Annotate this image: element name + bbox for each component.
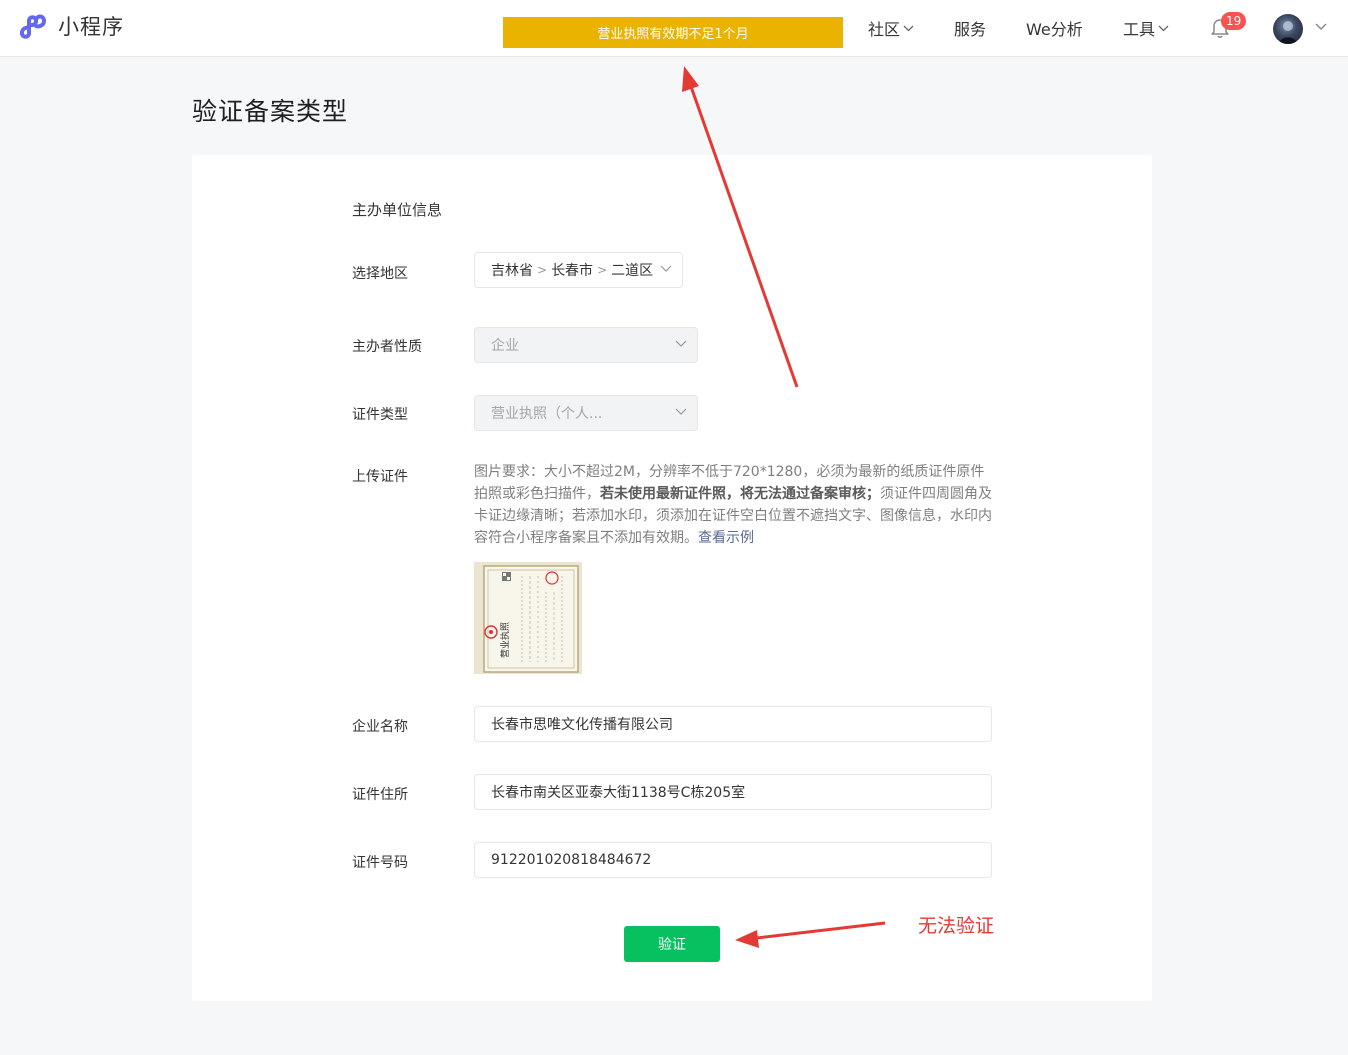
region-select[interactable]: 吉林省 > 长春市 > 二道区 xyxy=(474,252,683,288)
region-province: 吉林省 xyxy=(491,263,533,279)
region-city: 长春市 xyxy=(551,263,594,279)
cert-number-label: 证件号码 xyxy=(352,855,408,871)
form-card: 主办单位信息 选择地区 吉林省 > 长春市 > 二道区 主办者性质 企业 证件类… xyxy=(192,155,1152,1001)
region-label: 选择地区 xyxy=(352,266,408,282)
avatar[interactable] xyxy=(1273,14,1303,44)
license-document-icon: 营业执照 xyxy=(474,562,582,674)
address-label: 证件住所 xyxy=(352,787,408,803)
chevron-down-icon xyxy=(675,340,687,347)
chevron-down-icon xyxy=(903,25,914,32)
license-thumb-title: 营业执照 xyxy=(499,622,511,658)
upload-requirements: 图片要求：大小不超过2M，分辨率不低于720*1280，必须为最新的纸质证件原件… xyxy=(474,461,994,549)
license-thumbnail[interactable]: 营业执照 xyxy=(474,562,582,674)
nav-tools[interactable]: 工具 xyxy=(1123,16,1169,40)
chevron-down-icon xyxy=(675,408,687,415)
app-logo[interactable]: 小程序 xyxy=(16,11,124,41)
license-expiry-banner[interactable]: 营业执照有效期不足1个月 xyxy=(503,17,843,48)
nav-analytics[interactable]: We分析 xyxy=(1026,16,1083,40)
cert-number-field[interactable]: 912201020818484672 xyxy=(474,842,992,878)
chevron-down-icon xyxy=(660,265,672,272)
page-title: 验证备案类型 xyxy=(192,97,349,126)
nav-services-label: 服务 xyxy=(954,20,987,39)
company-name-field[interactable]: 长春市思唯文化传播有限公司 xyxy=(474,706,992,742)
cert-type-label: 证件类型 xyxy=(352,407,408,423)
nav-analytics-label: We分析 xyxy=(1026,20,1083,39)
cert-type-select: 营业执照（个人... xyxy=(474,395,698,431)
notification-badge: 19 xyxy=(1221,12,1247,30)
annotation-text: 无法验证 xyxy=(918,915,995,937)
company-name-label: 企业名称 xyxy=(352,719,408,735)
nature-select: 企业 xyxy=(474,327,698,363)
chevron-down-icon xyxy=(1158,25,1169,32)
address-field[interactable]: 长春市南关区亚泰大街1138号C栋205室 xyxy=(474,774,992,810)
cert-type-value: 营业执照（个人... xyxy=(491,406,603,422)
nav-community[interactable]: 社区 xyxy=(868,16,914,40)
avatar-figure-icon xyxy=(1279,21,1297,44)
nav-tools-label: 工具 xyxy=(1123,20,1156,39)
nature-label: 主办者性质 xyxy=(352,339,422,355)
requirement-warning: 若未使用最新证件照，将无法通过备案审核； xyxy=(600,486,880,502)
top-navbar: 小程序 营业执照有效期不足1个月 社区 服务 We分析 工具 19 xyxy=(0,0,1348,57)
region-separator: > xyxy=(597,263,608,277)
section-title: 主办单位信息 xyxy=(352,201,443,219)
view-example-link[interactable]: 查看示例 xyxy=(698,530,754,546)
verify-button[interactable]: 验证 xyxy=(624,926,720,962)
nature-value: 企业 xyxy=(491,338,519,354)
region-district: 二道区 xyxy=(611,263,654,279)
app-title: 小程序 xyxy=(58,15,124,39)
mini-program-logo-icon xyxy=(20,14,47,39)
region-separator: > xyxy=(537,263,548,277)
nav-community-label: 社区 xyxy=(868,20,901,39)
nav-services[interactable]: 服务 xyxy=(954,16,986,40)
account-chevron-down-icon[interactable] xyxy=(1315,23,1327,31)
upload-label: 上传证件 xyxy=(352,469,408,485)
